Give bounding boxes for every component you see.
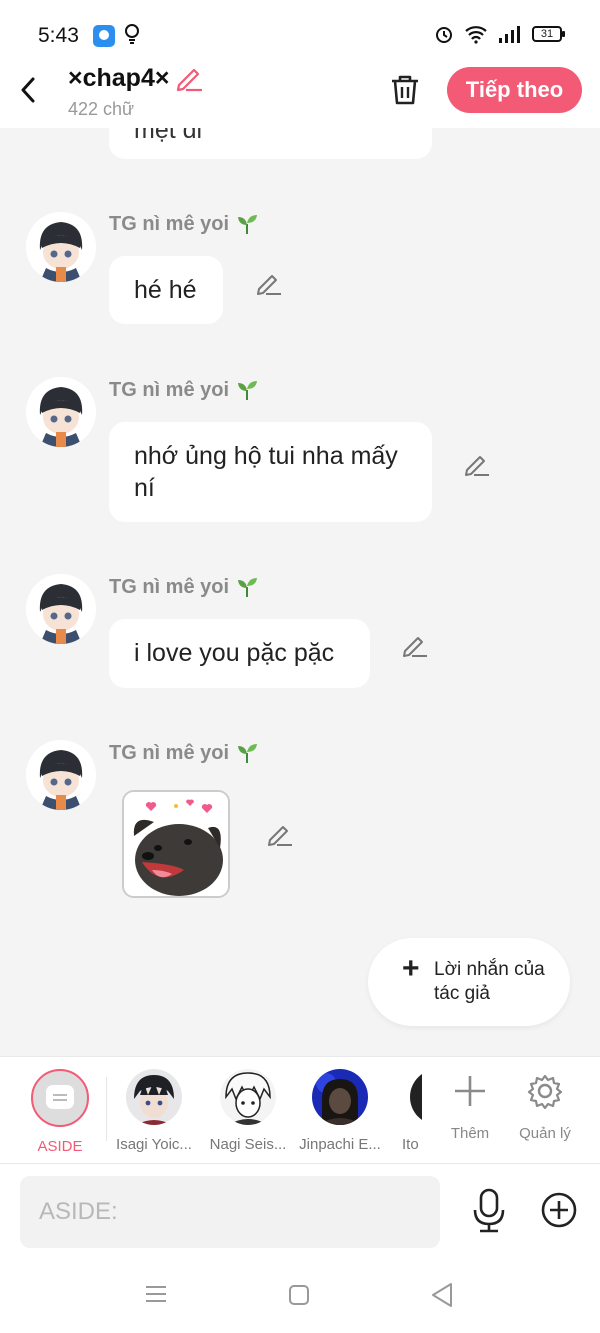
dog-sticker-icon [124, 792, 228, 896]
avatar-jinpachi-icon [312, 1069, 368, 1125]
gear-icon [510, 1071, 580, 1111]
avatar-chibi-icon [26, 574, 96, 644]
sender-name-text: TG nì mê yoi [109, 212, 230, 235]
edit-title-pencil-icon[interactable] [174, 63, 204, 93]
avatar-nagi-icon [220, 1069, 276, 1125]
seedling-icon [238, 215, 258, 234]
author-avatar[interactable] [26, 377, 96, 447]
sender-name: TG nì mê yoi [109, 212, 259, 236]
sender-name-text: TG nì mê yoi [109, 378, 230, 401]
seedling-icon [238, 578, 258, 597]
manage-characters-button[interactable]: Quản lý [510, 1071, 580, 1142]
sender-name-text: TG nì mê yoi [109, 741, 230, 764]
voice-input-button[interactable] [470, 1188, 508, 1234]
message-bubble-partial[interactable]: mệt đi [109, 128, 432, 159]
back-triangle-icon[interactable] [430, 1282, 454, 1308]
chevron-left-icon [21, 77, 35, 103]
character-jinpachi[interactable]: Jinpachi E... [292, 1069, 388, 1153]
chapter-title[interactable]: ×chap4× [68, 64, 169, 93]
trash-icon [392, 75, 418, 105]
character-avatar [410, 1069, 422, 1125]
character-name: Jinpachi E... [299, 1136, 381, 1153]
app-notification-icon [93, 25, 115, 47]
author-avatar[interactable] [26, 740, 96, 810]
sender-name: TG nì mê yoi [109, 741, 259, 765]
character-ito[interactable]: Ito [386, 1069, 422, 1153]
author-avatar[interactable] [26, 212, 96, 282]
battery-icon: 31 [532, 26, 565, 42]
character-avatar [126, 1069, 182, 1125]
character-name: ASIDE [37, 1138, 83, 1155]
edit-message-pencil-icon[interactable] [255, 269, 283, 297]
character-aside[interactable]: ASIDE [12, 1069, 108, 1155]
lightbulb-icon [125, 24, 139, 44]
seedling-icon [238, 381, 258, 400]
avatar-chibi-icon [26, 377, 96, 447]
seedling-icon [238, 744, 258, 763]
edit-message-pencil-icon[interactable] [266, 820, 294, 848]
back-button[interactable] [14, 72, 42, 108]
home-icon[interactable] [288, 1284, 310, 1306]
message-bubble[interactable]: hé hé [109, 256, 223, 324]
sender-name: TG nì mê yoi [109, 378, 259, 402]
sender-name-text: TG nì mê yoi [109, 575, 230, 598]
chat-area[interactable]: mệt đi TG nì mê yoi hé hé TG nì mê yoi n… [0, 128, 600, 1056]
author-avatar[interactable] [26, 574, 96, 644]
avatar-isagi-icon [126, 1069, 182, 1125]
attach-button[interactable] [540, 1191, 578, 1229]
avatar-chibi-icon [26, 212, 96, 282]
plus-icon: + [402, 952, 420, 985]
microphone-icon [473, 1188, 505, 1233]
character-name: Nagi Seis... [209, 1136, 287, 1153]
signal-icon [499, 26, 520, 43]
character-isagi[interactable]: Isagi Yoic... [106, 1069, 202, 1153]
word-count: 422 chữ [68, 99, 135, 119]
next-button[interactable]: Tiếp theo [447, 67, 582, 113]
avatar-chibi-icon [26, 740, 96, 810]
add-character-button[interactable]: Thêm [435, 1071, 505, 1142]
plus-icon [435, 1071, 505, 1111]
character-selector: ASIDE Isagi Yoic... Nagi Seis... Jinpach… [0, 1056, 600, 1164]
author-note-button[interactable]: + Lời nhắn của tác giả [368, 938, 570, 1026]
plus-circle-icon [541, 1192, 577, 1228]
wifi-icon [465, 26, 487, 44]
sender-name: TG nì mê yoi [109, 575, 259, 599]
avatar-ito-icon [410, 1069, 422, 1125]
add-character-label: Thêm [450, 1125, 490, 1142]
character-avatar [220, 1069, 276, 1125]
editor-header: ×chap4× 422 chữ Tiếp theo [0, 56, 600, 128]
edit-message-pencil-icon[interactable] [463, 450, 491, 478]
character-nagi[interactable]: Nagi Seis... [200, 1069, 296, 1153]
status-indicators: 31 [434, 24, 565, 44]
message-input[interactable] [20, 1176, 440, 1248]
edit-message-pencil-icon[interactable] [401, 631, 429, 659]
menu-icon[interactable] [144, 1282, 168, 1306]
sticker-message[interactable] [122, 790, 230, 898]
character-name: Isagi Yoic... [116, 1136, 192, 1153]
author-note-label: Lời nhắn của tác giả [434, 959, 545, 1004]
compose-bar [0, 1164, 600, 1260]
aside-chat-icon [31, 1069, 89, 1127]
character-avatar [312, 1069, 368, 1125]
message-bubble[interactable]: nhớ ủng hộ tui nha mấy ní [109, 422, 432, 522]
status-time: 5:43 [38, 24, 79, 47]
system-navigation-bar [0, 1260, 600, 1333]
manage-characters-label: Quản lý [519, 1125, 571, 1142]
character-name: Ito [402, 1136, 419, 1153]
alarm-icon [436, 27, 452, 43]
message-bubble[interactable]: i love you pặc pặc [109, 619, 370, 688]
delete-button[interactable] [386, 71, 424, 109]
status-bar: 5:43 31 [0, 0, 600, 64]
